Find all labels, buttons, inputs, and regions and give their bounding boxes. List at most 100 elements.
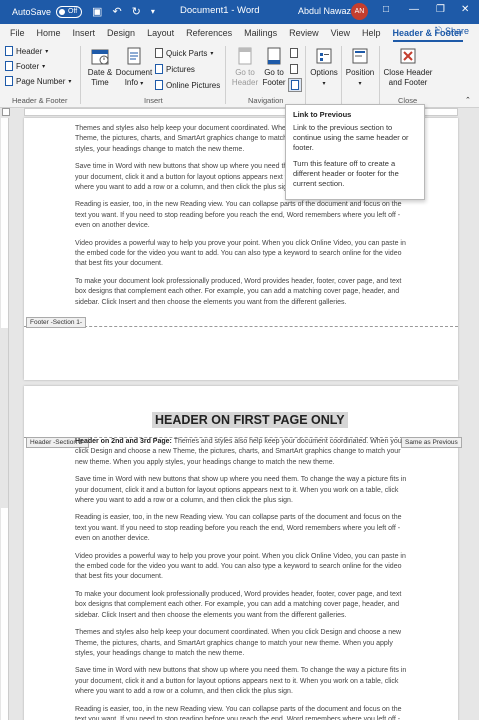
footer-label: Footer: [16, 61, 40, 71]
next-section-icon: [290, 64, 298, 74]
page-2-body[interactable]: Header on 2nd and 3rd Page: Themes and s…: [75, 437, 409, 720]
page-2: HEADER ON FIRST PAGE ONLY Header -Sectio…: [24, 386, 462, 720]
options-button[interactable]: Options ▾: [307, 46, 341, 89]
previous-section-button[interactable]: [290, 48, 298, 58]
collapse-ribbon-icon[interactable]: ⌃: [465, 96, 471, 104]
document-info-button[interactable]: Document Info ▾: [115, 46, 153, 89]
online-pictures-label: Online Pictures: [166, 80, 221, 90]
date-time-label-1: Date &: [87, 68, 113, 77]
paragraph: Header on 2nd and 3rd Page: Themes and s…: [75, 437, 409, 468]
share-icon: ⎋: [434, 25, 442, 35]
page-number-button[interactable]: Page Number ▾: [5, 76, 71, 86]
tab-file[interactable]: File: [10, 28, 25, 38]
share-label: Share: [444, 25, 469, 36]
header-button[interactable]: Header ▾: [5, 46, 48, 56]
paragraph: To make your document look professionall…: [75, 590, 402, 619]
user-name[interactable]: Abdul Nawaz: [298, 6, 351, 16]
tab-layout[interactable]: Layout: [147, 28, 174, 38]
tab-home[interactable]: Home: [37, 28, 61, 38]
position-button[interactable]: Position ▾: [343, 46, 377, 89]
chevron-down-icon: ▾: [42, 63, 46, 70]
save-icon[interactable]: ▣: [92, 6, 102, 18]
toggle-knob: [59, 9, 66, 15]
tooltip-title: Link to Previous: [293, 110, 352, 119]
tab-review[interactable]: Review: [289, 28, 319, 38]
paragraph: Save time in Word with new buttons that …: [75, 667, 407, 696]
minimize-icon[interactable]: —: [409, 4, 419, 15]
autosave-toggle[interactable]: Off: [56, 6, 83, 18]
group-divider: [305, 46, 306, 104]
quick-parts-button[interactable]: Quick Parts ▾: [155, 48, 213, 58]
tab-help[interactable]: Help: [362, 28, 381, 38]
paragraph: Video provides a powerful way to help yo…: [75, 239, 406, 268]
quick-access-dropdown-icon[interactable]: ▾: [151, 8, 155, 16]
paragraph: Save time in Word with new buttons that …: [75, 476, 407, 505]
page-number-label: Page Number: [16, 76, 66, 86]
chevron-down-icon: ▾: [358, 81, 362, 87]
close-header-footer-icon: [400, 48, 416, 64]
group-label-navigation: Navigation: [248, 96, 284, 105]
vertical-ruler[interactable]: [0, 118, 9, 720]
date-time-label-2: Time: [91, 78, 109, 87]
group-label-header-footer: Header & Footer: [12, 96, 68, 105]
vertical-ruler-page2: [1, 508, 8, 720]
online-pictures-icon: [155, 80, 163, 90]
go-to-header-label-2: Header: [231, 78, 259, 87]
paragraph: Reading is easier, too, in the new Readi…: [75, 514, 402, 543]
header-icon: [5, 46, 13, 56]
link-to-previous-tooltip: Link to Previous Link to the previous se…: [285, 104, 425, 200]
header-first-page-title[interactable]: HEADER ON FIRST PAGE ONLY: [152, 412, 348, 428]
footer-button[interactable]: Footer ▾: [5, 61, 45, 71]
autosave-label: AutoSave: [12, 7, 52, 17]
lead-bold: Header on 2nd and 3rd Page:: [75, 438, 172, 445]
undo-icon[interactable]: ↶: [112, 6, 121, 18]
document-title: Document1 - Word: [180, 5, 260, 16]
link-to-previous-button[interactable]: [288, 78, 302, 92]
paragraph: Reading is easier, too, in the new Readi…: [75, 201, 402, 230]
quick-parts-icon: [155, 48, 163, 58]
go-to-footer-label-2: Footer: [262, 78, 286, 87]
group-label-insert: Insert: [144, 96, 163, 105]
date-time-button[interactable]: Date & Time: [84, 46, 116, 88]
document-info-icon: [127, 47, 141, 65]
tab-insert[interactable]: Insert: [73, 28, 96, 38]
next-section-button[interactable]: [290, 64, 298, 74]
avatar[interactable]: AN: [351, 3, 368, 20]
vertical-ruler-page1: [1, 118, 8, 328]
options-label: Options: [310, 68, 338, 77]
autosave-state: Off: [68, 8, 78, 15]
share-button[interactable]: ⎋ Share: [435, 25, 469, 36]
group-divider: [80, 46, 81, 104]
go-to-footer-button[interactable]: Go to Footer: [259, 46, 289, 88]
tab-selector[interactable]: [2, 108, 10, 116]
group-divider: [341, 46, 342, 104]
pictures-icon: [155, 64, 163, 74]
go-to-footer-icon: [267, 47, 281, 65]
footer-icon: [5, 61, 13, 71]
paragraph: Video provides a powerful way to help yo…: [75, 552, 406, 581]
document-info-label-2: Info: [124, 78, 139, 87]
title-bar: AutoSave Off ▣ ↶ ↻ ▾ Document1 - Word Ab…: [0, 0, 479, 24]
tab-view[interactable]: View: [331, 28, 350, 38]
chevron-down-icon: ▾: [45, 48, 49, 55]
redo-icon[interactable]: ↻: [132, 6, 141, 18]
same-as-previous-tag: Same as Previous: [401, 437, 462, 448]
tab-mailings[interactable]: Mailings: [244, 28, 277, 38]
link-to-previous-icon: [291, 80, 299, 90]
options-icon: [316, 48, 332, 64]
paragraph: Reading is easier, too, in the new Readi…: [75, 705, 402, 720]
footer-section-tag: Footer -Section 1-: [26, 317, 87, 328]
header-label: Header: [16, 46, 43, 56]
position-icon: [352, 48, 368, 64]
tab-references[interactable]: References: [186, 28, 232, 38]
close-icon[interactable]: ✕: [461, 4, 469, 15]
tooltip-text: Link to the previous section to continue…: [293, 123, 409, 152]
online-pictures-button[interactable]: Online Pictures: [155, 80, 220, 90]
pictures-button[interactable]: Pictures: [155, 64, 195, 74]
maximize-icon[interactable]: ❐: [436, 4, 445, 15]
tab-design[interactable]: Design: [107, 28, 135, 38]
ribbon-display-options-icon[interactable]: □: [383, 4, 389, 15]
ribbon-tabs: File Home Insert Design Layout Reference…: [0, 24, 479, 42]
go-to-header-button[interactable]: Go to Header: [229, 46, 261, 88]
close-header-footer-button[interactable]: Close Header and Footer: [381, 46, 435, 88]
